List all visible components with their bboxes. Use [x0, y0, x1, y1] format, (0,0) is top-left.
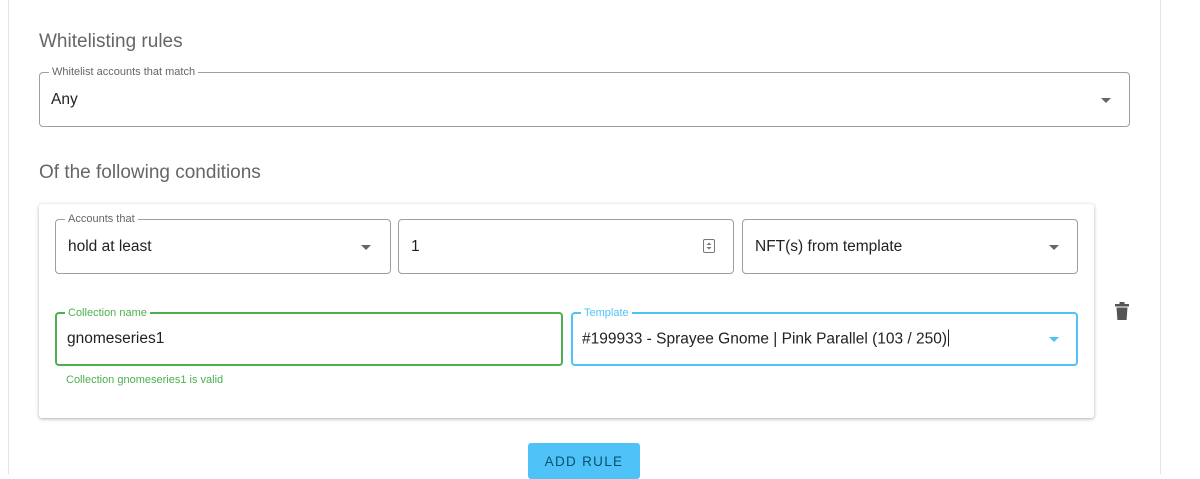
condition-type-value: NFT(s) from template — [755, 237, 903, 255]
whitelisting-title: Whitelisting rules — [39, 31, 183, 52]
template-label: Template — [581, 307, 632, 319]
condition-type-select[interactable]: NFT(s) from template — [742, 219, 1078, 274]
accounts-that-select[interactable]: Accounts that hold at least — [55, 213, 391, 274]
card-border-left — [8, 0, 9, 474]
accounts-that-label: Accounts that — [65, 213, 138, 225]
collection-name-label: Collection name — [65, 307, 150, 319]
collection-valid-message: Collection gnomeseries1 is valid — [66, 374, 224, 386]
accounts-that-value: hold at least — [68, 237, 152, 255]
chevron-down-icon — [1049, 244, 1059, 250]
quantity-value: 1 — [411, 237, 420, 255]
whitelist-match-value: Any — [51, 90, 78, 108]
quantity-input[interactable]: 1 — [398, 219, 734, 274]
trash-icon[interactable] — [1115, 302, 1129, 320]
template-value-wrap: #199933 - Sprayee Gnome | Pink Parallel … — [582, 329, 950, 349]
chevron-down-icon — [361, 244, 371, 250]
template-select[interactable]: Template #199933 - Sprayee Gnome | Pink … — [571, 307, 1078, 366]
conditions-title: Of the following conditions — [39, 162, 261, 183]
template-value: #199933 - Sprayee Gnome | Pink Parallel … — [582, 330, 948, 348]
collection-name-value: gnomeseries1 — [67, 330, 165, 347]
chevron-down-icon — [1101, 97, 1111, 103]
whitelist-match-label: Whitelist accounts that match — [49, 66, 199, 78]
number-spin-icon[interactable] — [703, 239, 715, 253]
whitelist-match-select[interactable]: Whitelist accounts that match Any — [39, 66, 1130, 127]
text-cursor — [948, 329, 950, 347]
card-border-right — [1160, 0, 1161, 474]
collection-name-input[interactable]: Collection name gnomeseries1 — [55, 307, 563, 366]
chevron-down-icon — [1049, 337, 1059, 342]
